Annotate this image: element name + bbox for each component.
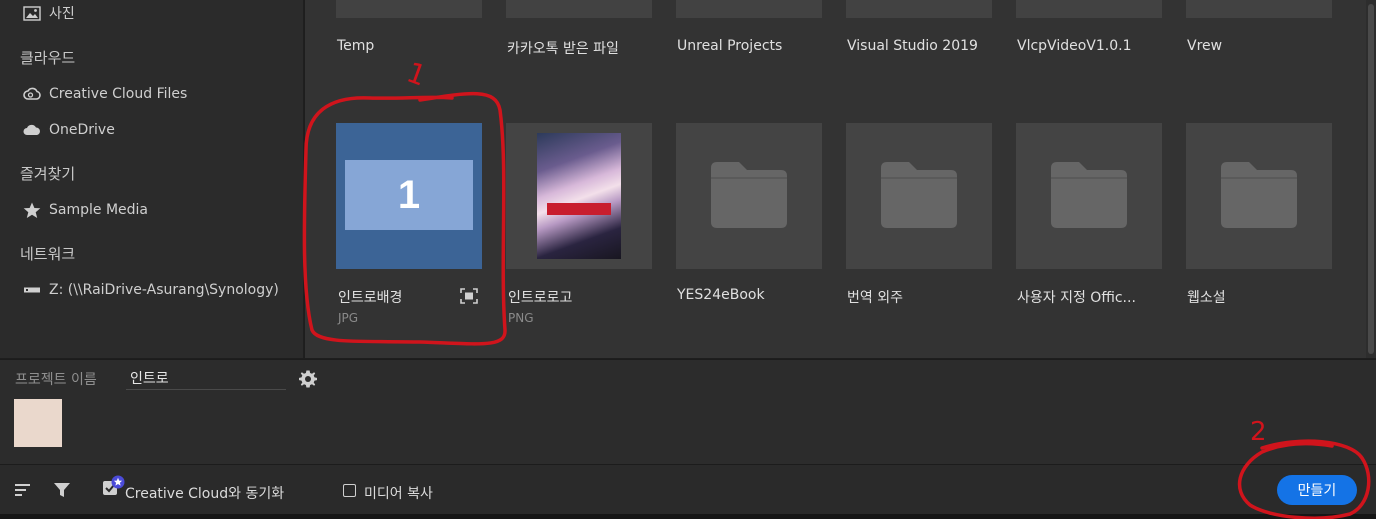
sync-creative-cloud-label[interactable]: Creative Cloud와 동기화: [125, 483, 284, 503]
project-name-label: 프로젝트 이름: [15, 372, 97, 388]
sidebar-item-label: Sample Media: [49, 202, 148, 218]
folder-tile[interactable]: [676, 0, 822, 18]
thumbnail-banner: [547, 203, 611, 215]
thumbnail-text: 1: [397, 172, 421, 217]
folder-tile[interactable]: [1186, 0, 1332, 18]
file-tile-intro-background[interactable]: 1: [336, 123, 482, 269]
scrollbar-thumb[interactable]: [1368, 4, 1374, 354]
vertical-scrollbar[interactable]: [1366, 0, 1376, 358]
sidebar-item-photos[interactable]: 사진: [22, 0, 75, 26]
fit-to-frame-icon[interactable]: [460, 288, 478, 304]
sidebar-item-label: 사진: [49, 6, 75, 22]
folder-name: YES24eBook: [677, 287, 765, 303]
star-icon: [22, 201, 42, 219]
create-button[interactable]: 만들기: [1277, 475, 1357, 505]
folder-tile[interactable]: [1016, 0, 1162, 18]
file-tile-intro-logo[interactable]: [506, 123, 652, 269]
image-thumbnail: [537, 133, 621, 259]
folder-tile[interactable]: [846, 123, 992, 269]
copy-media-checkbox[interactable]: [343, 484, 356, 497]
bottom-toolbar: Creative Cloud와 동기화 미디어 복사 만들기: [0, 464, 1376, 514]
window-bottom-edge: [0, 514, 1376, 519]
folder-tile[interactable]: [506, 0, 652, 18]
sidebar-header-favorites: 즐겨찾기: [20, 164, 76, 183]
gear-icon[interactable]: [298, 369, 318, 389]
file-type: JPG: [338, 311, 359, 325]
folder-name: VlcpVideoV1.0.1: [1017, 38, 1132, 54]
copy-media-label[interactable]: 미디어 복사: [364, 483, 433, 503]
file-name: 인트로로고: [508, 290, 573, 306]
creative-cloud-icon: [22, 85, 42, 103]
folder-name: 웹소설: [1187, 290, 1226, 306]
sort-icon[interactable]: [14, 481, 32, 499]
sidebar-header-cloud: 클라우드: [20, 48, 76, 67]
folder-name: 사용자 지정 Offic...: [1017, 290, 1136, 306]
folder-tile[interactable]: [846, 0, 992, 18]
folder-icon: [1221, 162, 1297, 228]
folder-icon: [1051, 162, 1127, 228]
image-thumbnail: 1: [345, 160, 473, 230]
folder-name: Visual Studio 2019: [847, 38, 978, 54]
network-drive-icon: [22, 281, 42, 299]
folder-tile[interactable]: [1186, 123, 1332, 269]
folder-tile[interactable]: [676, 123, 822, 269]
file-type: PNG: [508, 311, 534, 325]
cloud-icon: [22, 121, 42, 139]
sidebar-item-onedrive[interactable]: OneDrive: [22, 117, 115, 143]
sidebar-item-network-drive[interactable]: Z: (\\RaiDrive-Asurang\Synology): [22, 277, 279, 303]
folder-name: 카카오톡 받은 파일: [507, 41, 619, 57]
folder-icon: [881, 162, 957, 228]
sync-checkbox-icon[interactable]: [102, 475, 126, 499]
project-panel: 프로젝트 이름: [0, 359, 1376, 464]
image-icon: [22, 4, 42, 22]
sidebar-item-label: OneDrive: [49, 122, 115, 138]
filter-icon[interactable]: [53, 481, 71, 499]
sidebar-item-label: Creative Cloud Files: [49, 86, 188, 102]
folder-name: 번역 외주: [847, 290, 903, 306]
sidebar: 사진 클라우드 Creative Cloud Files OneDrive 즐겨…: [0, 0, 304, 358]
project-color-swatch[interactable]: [14, 399, 62, 447]
sidebar-header-network: 네트워크: [20, 244, 76, 263]
folder-name: Vrew: [1187, 38, 1223, 54]
folder-icon: [711, 162, 787, 228]
file-name: 인트로배경: [338, 290, 403, 306]
project-name-input[interactable]: [126, 366, 286, 390]
folder-tile[interactable]: [1016, 123, 1162, 269]
folder-name: Unreal Projects: [677, 38, 783, 54]
sidebar-item-sample-media[interactable]: Sample Media: [22, 197, 148, 223]
folder-tile[interactable]: [336, 0, 482, 18]
sidebar-item-creative-cloud-files[interactable]: Creative Cloud Files: [22, 81, 187, 107]
folder-name: Temp: [337, 38, 375, 54]
sidebar-item-label: Z: (\\RaiDrive-Asurang\Synology): [49, 282, 279, 298]
